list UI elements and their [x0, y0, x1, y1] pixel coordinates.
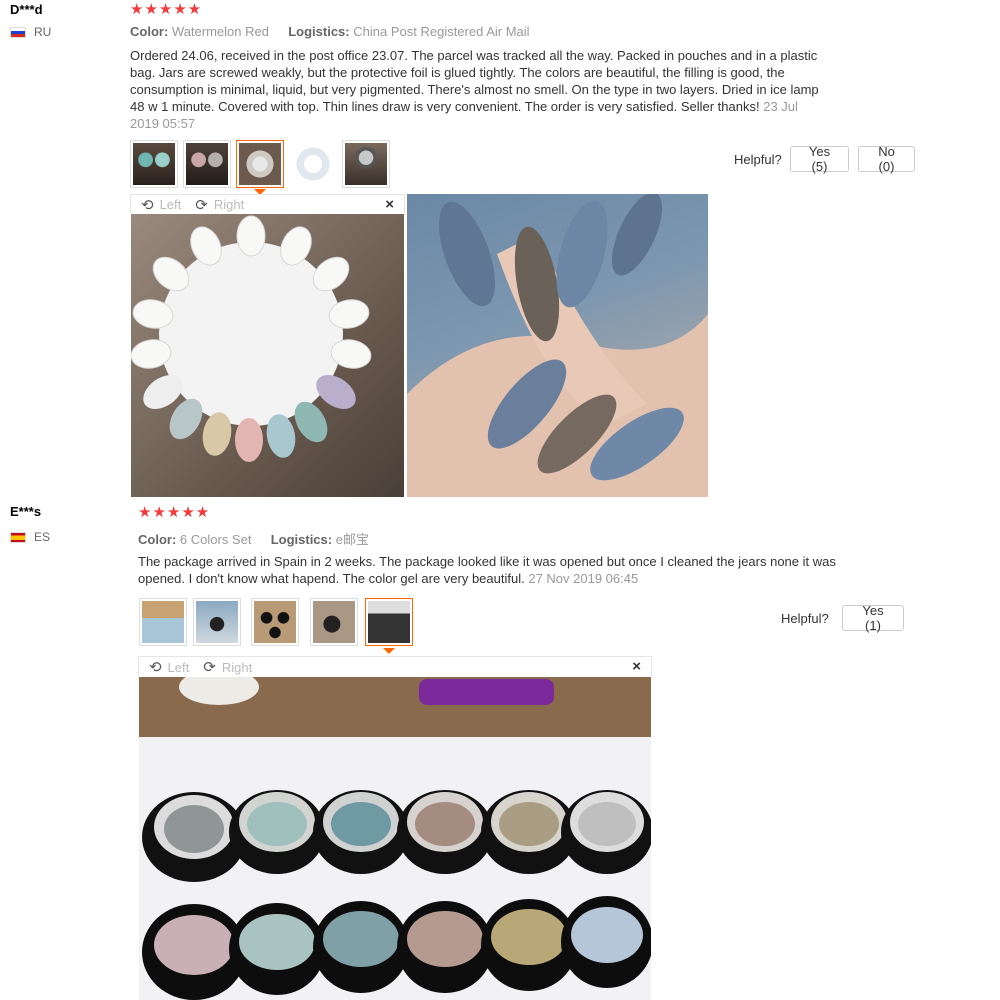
review-photo-thumbnail[interactable] — [251, 598, 299, 646]
photo-viewer-toolbar: ⟲ Left ⟳ Right × — [138, 656, 652, 677]
nail-swatch-wheel-image — [131, 215, 372, 462]
rotate-right-button[interactable]: ⟳ Right — [195, 196, 244, 214]
rotate-left-icon: ⟲ — [141, 196, 154, 214]
russia-flag-icon — [10, 26, 26, 38]
review-photo-thumbnail[interactable] — [342, 140, 390, 188]
review-photo-thumbnail[interactable] — [310, 598, 358, 646]
rating-stars: ★★★★★ — [130, 1, 203, 18]
gel-polish-jars-image — [139, 677, 651, 1000]
logistics-value: China Post Registered Air Mail — [353, 24, 530, 39]
rotate-right-button[interactable]: ⟳ Right — [203, 658, 252, 676]
reviewer-name: D***d — [10, 2, 43, 17]
helpful-yes-button[interactable]: Yes (5) — [790, 144, 849, 174]
color-value: 6 Colors Set — [179, 532, 252, 547]
color-label: Color: — [130, 24, 169, 39]
painted-nails-image — [407, 194, 708, 497]
spain-flag-icon — [10, 531, 26, 543]
review-body: The package arrived in Spain in 2 weeks.… — [138, 553, 863, 587]
review-photo-thumbnail[interactable] — [139, 598, 187, 646]
reviewer-country: ES — [10, 530, 50, 544]
country-code: ES — [34, 530, 51, 544]
logistics-label: Logistics: — [288, 24, 350, 39]
helpful-yes-button[interactable]: Yes (1) — [842, 603, 904, 633]
rotate-left-label: Left — [159, 197, 182, 212]
rotate-left-button[interactable]: ⟲ Left — [141, 196, 181, 214]
review-photo-large — [139, 677, 651, 1000]
helpful-no-button[interactable]: No (0) — [858, 144, 915, 174]
reviewer-country: RU — [10, 25, 51, 39]
rotate-left-label: Left — [167, 659, 190, 675]
review-photo-large — [131, 214, 404, 497]
helpful-label: Helpful? — [734, 152, 782, 167]
review-photo-thumbnail[interactable] — [193, 598, 241, 646]
review-photo-thumbnail[interactable] — [130, 140, 178, 188]
review-meta: Color: Watermelon Red Logistics: China P… — [130, 24, 530, 39]
country-code: RU — [34, 25, 52, 39]
review-photo-thumbnail[interactable] — [183, 140, 231, 188]
helpful-label: Helpful? — [781, 611, 829, 626]
color-value: Watermelon Red — [171, 24, 269, 39]
review-meta: Color: 6 Colors Set Logistics: e邮宝 — [138, 529, 369, 548]
rotate-left-icon: ⟲ — [149, 659, 162, 676]
color-label: Color: — [138, 532, 177, 547]
logistics-value: e邮宝 — [335, 532, 369, 547]
review-date: 27 Nov 2019 06:45 — [528, 571, 639, 586]
selected-thumbnail-caret — [383, 648, 395, 654]
review-body: Ordered 24.06, received in the post offi… — [130, 47, 830, 132]
review-photo-thumbnail-selected[interactable] — [236, 140, 284, 188]
rotate-right-label: Right — [213, 197, 245, 212]
reviewer-name: E***s — [10, 504, 42, 519]
rotate-left-button[interactable]: ⟲ Left — [149, 658, 189, 676]
rotate-right-icon: ⟳ — [203, 659, 216, 676]
review-photo-thumbnail-selected[interactable] — [365, 598, 413, 646]
rotate-right-icon: ⟳ — [195, 196, 208, 214]
close-icon[interactable]: × — [632, 658, 641, 675]
review-photo-second — [407, 194, 708, 497]
photo-viewer-toolbar: ⟲ Left ⟳ Right × — [130, 194, 405, 214]
review-photo-thumbnail[interactable] — [289, 140, 337, 188]
close-icon[interactable]: × — [385, 196, 394, 213]
logistics-label: Logistics: — [270, 532, 333, 547]
rating-stars: ★★★★★ — [138, 504, 211, 521]
review-text: The package arrived in Spain in 2 weeks.… — [138, 554, 836, 586]
rotate-right-label: Right — [221, 659, 253, 675]
review-text: Ordered 24.06, received in the post offi… — [130, 48, 819, 114]
